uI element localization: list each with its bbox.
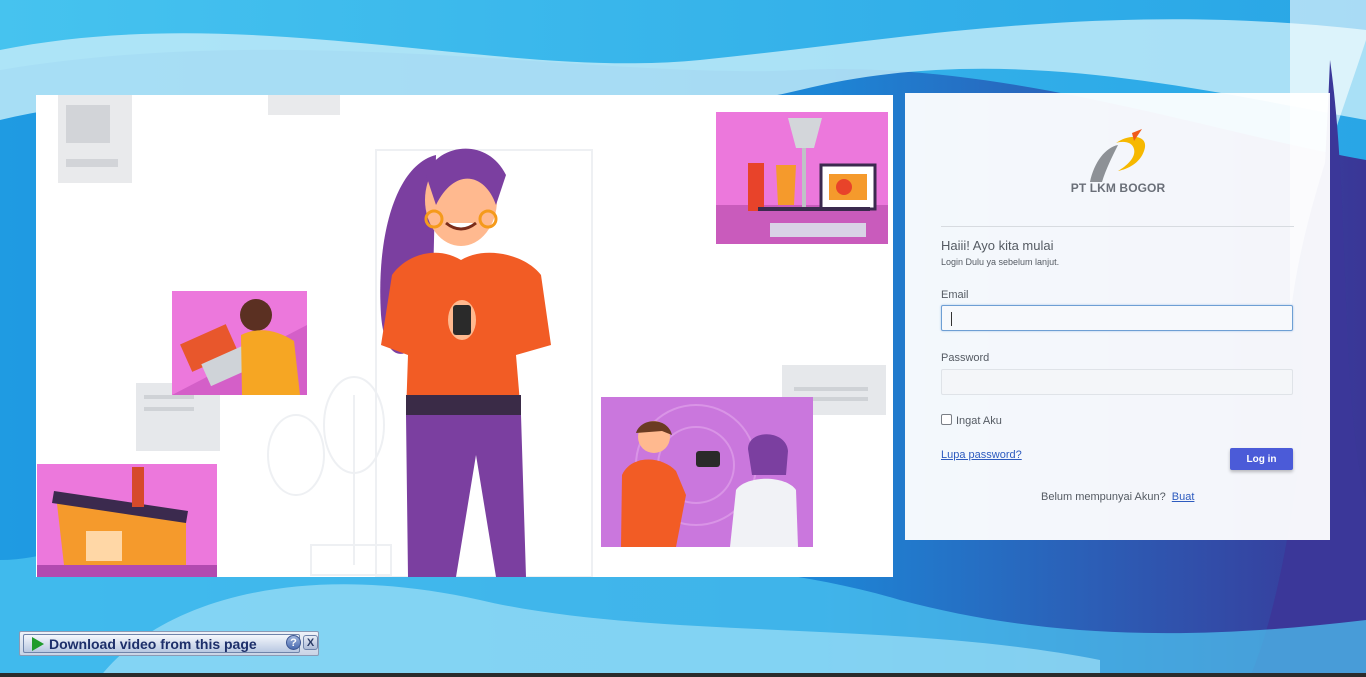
illustration-art — [37, 95, 888, 577]
register-prompt: Belum mempunyai Akun? Buat — [1041, 491, 1194, 503]
play-icon — [32, 636, 44, 651]
text-caret — [951, 312, 952, 326]
divider — [941, 226, 1294, 227]
greeting-heading: Haiii! Ayo kita mulai — [941, 238, 1054, 253]
register-text: Belum mempunyai Akun? — [1041, 491, 1166, 503]
download-video-bar: Download video from this page ? X — [19, 631, 319, 656]
password-label: Password — [941, 352, 990, 364]
login-button[interactable]: Log in — [1230, 448, 1293, 470]
help-icon[interactable]: ? — [286, 635, 301, 650]
email-label: Email — [941, 289, 969, 301]
hero-illustration — [36, 95, 893, 577]
download-video-button[interactable]: Download video from this page — [23, 634, 300, 653]
download-video-label: Download video from this page — [49, 635, 257, 652]
greeting-subtext: Login Dulu ya sebelum lanjut. — [941, 257, 1060, 267]
forgot-password-link[interactable]: Lupa password? — [941, 449, 1022, 461]
brand-name: PT LKM BOGOR — [1070, 181, 1166, 195]
register-link[interactable]: Buat — [1172, 491, 1195, 503]
remember-checkbox[interactable] — [941, 414, 952, 425]
close-icon[interactable]: X — [303, 635, 318, 650]
bottom-border — [0, 673, 1366, 677]
email-field[interactable] — [941, 305, 1293, 331]
remember-label[interactable]: Ingat Aku — [956, 415, 1002, 427]
password-field[interactable] — [941, 369, 1293, 395]
